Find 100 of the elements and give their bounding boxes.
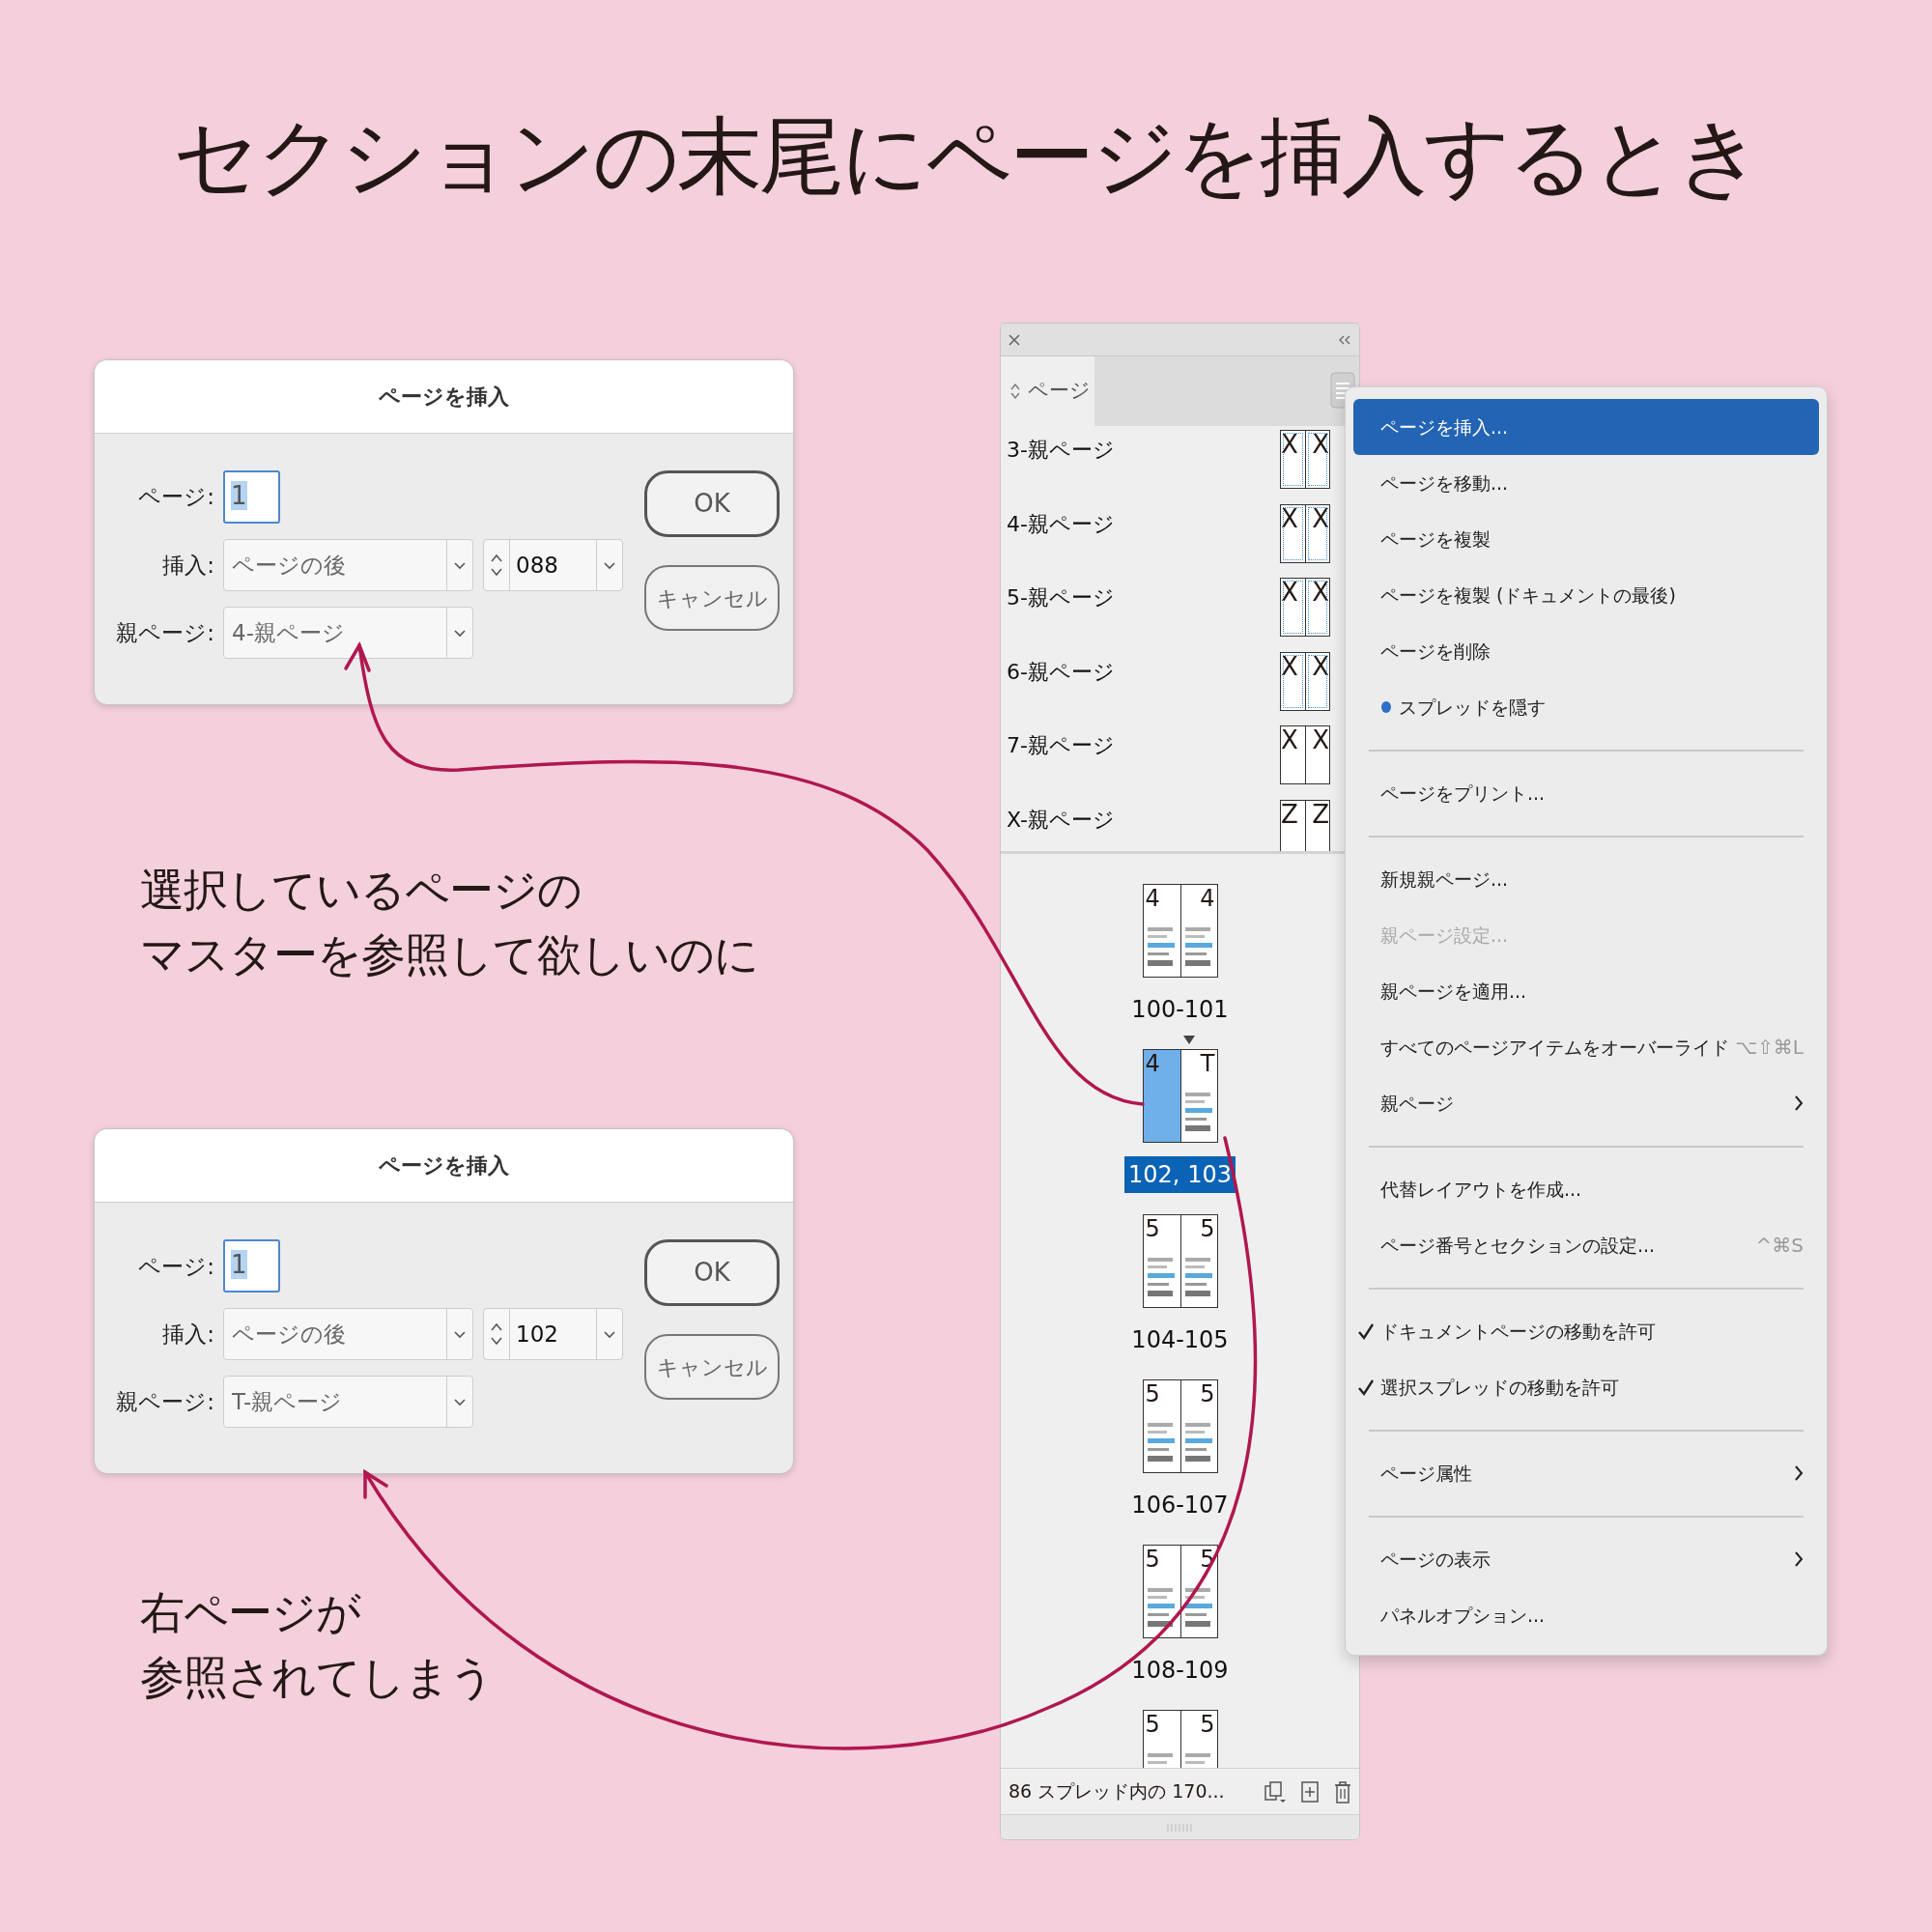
master-letter: T (1199, 1050, 1216, 1075)
cancel-button[interactable]: キャンセル (644, 1334, 780, 1401)
updown-icon (1010, 382, 1020, 401)
spread-label: 104-105 (1130, 1325, 1230, 1355)
menu-item[interactable]: ページを複製 (ドキュメントの最後) (1353, 567, 1819, 623)
master-thumbnail[interactable]: X X (1280, 725, 1330, 785)
dialog-title: ページを挿入 (379, 384, 509, 411)
stepper-icon (490, 553, 503, 578)
master-letter: 5 (1199, 1380, 1216, 1406)
field-label: 親ページ: (115, 618, 214, 647)
menu-item[interactable]: ページ属性 (1353, 1445, 1819, 1501)
caret-icon (453, 1396, 467, 1408)
chevron-right-icon (1794, 1094, 1804, 1112)
master-thumbnail[interactable]: X X (1280, 651, 1330, 711)
trash-icon[interactable] (1334, 1779, 1351, 1804)
ok-button[interactable]: OK (644, 470, 780, 537)
caption-text: 右ページが 参照されてしまう (139, 1585, 495, 1706)
page-field[interactable]: 1 (223, 1239, 280, 1293)
menu-item[interactable]: ページを削除 (1353, 623, 1819, 679)
menu-item[interactable]: 代替レイアウトを作成... (1353, 1161, 1819, 1217)
master-letter: 4 (1144, 885, 1161, 910)
parent-page-dropdown[interactable]: T-親ページ (223, 1376, 473, 1429)
page-count-status: 86 スプレッド内の 170... (1009, 1779, 1225, 1804)
pages-icon[interactable] (1263, 1779, 1286, 1804)
caret-icon (453, 559, 467, 571)
menu-item[interactable]: ページ番号とセクションの設定... ^⌘S (1353, 1217, 1819, 1273)
ok-button[interactable]: OK (644, 1239, 780, 1307)
page-content-drawing (1184, 1588, 1212, 1627)
master-page-name[interactable]: 4-親ページ (1007, 499, 1115, 549)
menu-item[interactable]: ページの表示 (1353, 1531, 1819, 1587)
spread-label: 102, 103 (1124, 1156, 1236, 1193)
caret-icon (603, 1328, 616, 1341)
chevron-right-icon (1794, 1464, 1804, 1482)
page-content-drawing (1184, 1093, 1212, 1131)
master-letter: 5 (1144, 1546, 1161, 1571)
menu-item[interactable]: すべてのページアイテムをオーバーライド ⌥⇧⌘L (1353, 1019, 1819, 1075)
panel-tab[interactable]: ページ (1001, 356, 1094, 426)
menu-item[interactable]: 親ページ (1353, 1075, 1819, 1131)
field-label: 挿入: (161, 1321, 214, 1350)
menu-item[interactable]: ページを挿入... (1353, 399, 1819, 455)
page-content-drawing (1147, 1258, 1175, 1296)
page-title: セクションの末尾にページを挿入するとき (172, 105, 1760, 208)
master-letter: 5 (1199, 1711, 1216, 1736)
cancel-button[interactable]: キャンセル (644, 565, 780, 631)
page-content-drawing (1147, 1423, 1175, 1462)
page-content-drawing (1184, 1423, 1212, 1462)
page-thumbnail[interactable]: T (1179, 1050, 1217, 1142)
new-page-icon[interactable] (1301, 1780, 1319, 1803)
menu-item[interactable]: ページを複製 (1353, 511, 1819, 567)
page-content-drawing (1184, 927, 1212, 966)
master-thumbnail[interactable]: X X (1280, 430, 1330, 489)
menu-item[interactable]: 新規親ページ... (1353, 851, 1819, 907)
page-content-drawing (1147, 927, 1175, 966)
dialog-title: ページを挿入 (379, 1152, 509, 1180)
field-label: ページ: (137, 1252, 214, 1281)
close-icon (1009, 333, 1020, 346)
master-thumbnail[interactable]: Z Z (1280, 799, 1330, 851)
master-letter: 5 (1144, 1711, 1161, 1736)
menu-item[interactable]: ページを移動... (1353, 455, 1819, 511)
master-letter: 5 (1144, 1215, 1161, 1240)
master-page-name[interactable]: 7-親ページ (1007, 722, 1115, 771)
master-page-name[interactable]: X-親ページ (1007, 795, 1115, 844)
shortcut-text: ^⌘S (1755, 1233, 1804, 1259)
caret-icon (453, 627, 467, 639)
chevron-right-icon (1794, 1550, 1804, 1568)
menu-item[interactable]: 親ページを適用... (1353, 963, 1819, 1019)
caret-icon (453, 1328, 467, 1341)
master-letter: 5 (1144, 1380, 1161, 1406)
menu-item[interactable]: ドキュメントページの移動を許可 (1353, 1303, 1819, 1359)
parent-page-dropdown[interactable]: 4-親ページ (223, 607, 473, 659)
page-thumbnail[interactable]: 4 (1143, 1050, 1180, 1142)
caret-icon (603, 559, 616, 571)
master-page-name[interactable]: 6-親ページ (1007, 647, 1115, 696)
page-number-field[interactable]: 102 (483, 1308, 623, 1361)
master-thumbnail[interactable]: X X (1280, 503, 1330, 563)
caption-text: 選択しているページの マスターを参照して欲しいのに (139, 863, 759, 982)
shortcut-text: ⌥⇧⌘L (1735, 1035, 1804, 1061)
page-content-drawing (1147, 1588, 1175, 1627)
master-page-name[interactable]: 5-親ページ (1007, 574, 1115, 623)
field-label: 親ページ: (115, 1388, 214, 1417)
insert-dropdown[interactable]: ページの後 (223, 1308, 473, 1361)
stepper-icon (490, 1321, 503, 1348)
page-field[interactable]: 1 (223, 470, 280, 524)
page-number-field[interactable]: 088 (483, 539, 623, 591)
collapse-icon (1338, 334, 1351, 345)
insert-dropdown[interactable]: ページの後 (223, 539, 473, 591)
master-letter: 5 (1199, 1215, 1216, 1240)
master-letter: 4 (1144, 1050, 1161, 1075)
spread-label: 108-109 (1130, 1656, 1230, 1686)
master-letter: 4 (1199, 885, 1216, 910)
field-label: 挿入: (161, 551, 214, 580)
master-page-name[interactable]: 3-親ページ (1007, 426, 1115, 474)
spread-label: 100-101 (1130, 995, 1230, 1025)
menu-item[interactable]: 選択スプレッドの移動を許可 (1353, 1359, 1819, 1415)
menu-item[interactable]: スプレッドを隠す (1353, 679, 1819, 735)
page-thumbnail[interactable]: 4 (1179, 885, 1217, 977)
field-label: ページ: (137, 483, 214, 512)
master-thumbnail[interactable]: X X (1280, 578, 1330, 638)
menu-item[interactable]: ページをプリント... (1353, 765, 1819, 821)
menu-item[interactable]: パネルオプション... (1353, 1587, 1819, 1643)
